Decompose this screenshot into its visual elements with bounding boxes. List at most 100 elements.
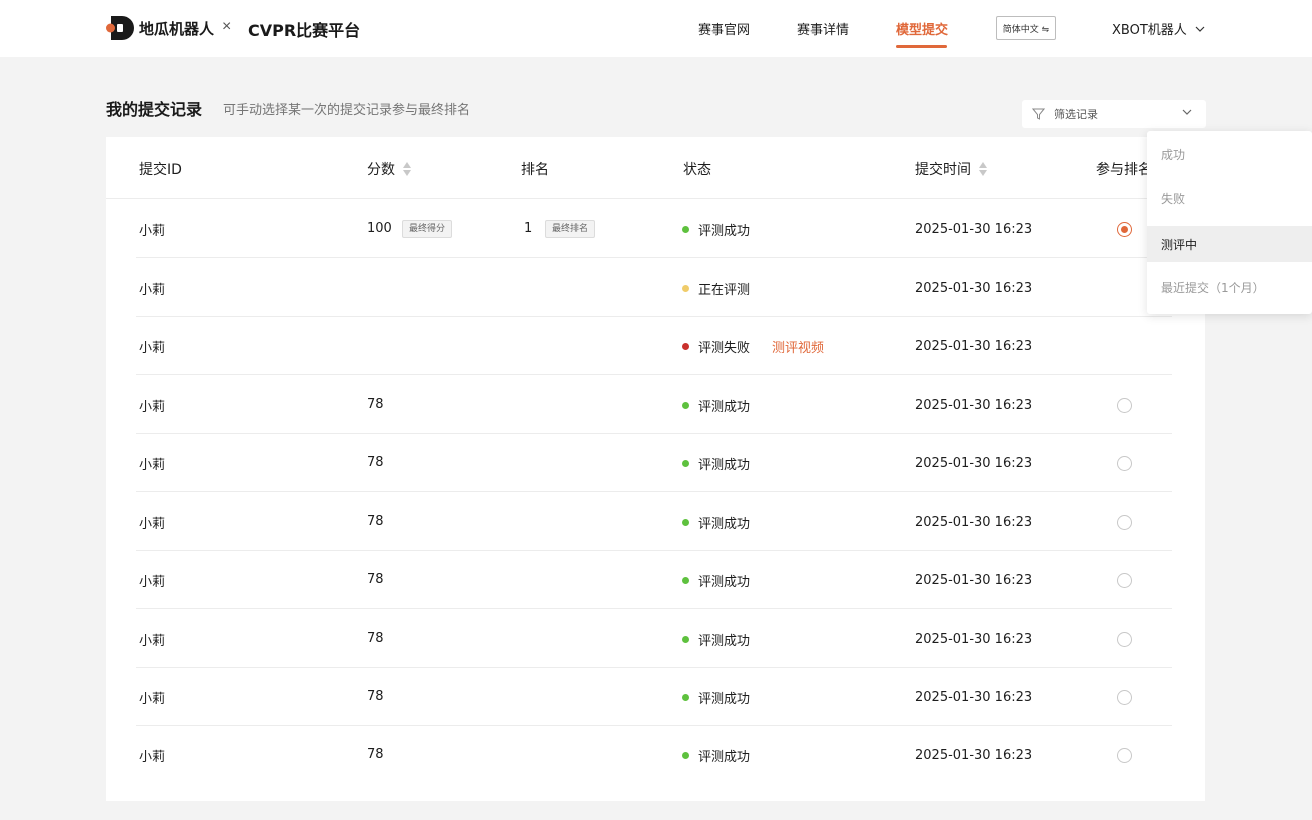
submission-id: 小莉 <box>139 692 166 707</box>
participate-radio[interactable] <box>1117 573 1132 588</box>
status-text: 评测成功 <box>698 400 751 415</box>
filter-icon <box>1032 108 1045 120</box>
table-row: 小莉 100 最终得分 1 最终排名 评测成功 2025-01-30 16:23 <box>136 199 1172 258</box>
score-value: 78 <box>367 397 384 412</box>
table-row: 小莉 正在评测 2025-01-30 16:23 <box>136 258 1172 317</box>
score-value: 78 <box>367 747 384 762</box>
submit-time: 2025-01-30 16:23 <box>915 398 1033 413</box>
score-value: 78 <box>367 631 384 646</box>
score-value: 78 <box>367 572 384 587</box>
column-header-score[interactable]: 分数 <box>367 159 411 179</box>
submission-id: 小莉 <box>139 750 166 765</box>
score-value: 78 <box>367 514 384 529</box>
nav-active-indicator <box>896 45 947 48</box>
participate-radio[interactable] <box>1117 515 1132 530</box>
status: 评测失败 测评视频 <box>682 337 824 356</box>
participate-radio[interactable] <box>1117 632 1132 647</box>
brand-logo-icon <box>106 16 135 40</box>
brand-name: 地瓜机器人 <box>139 19 215 38</box>
submit-time: 2025-01-30 16:23 <box>915 515 1033 530</box>
filter-option-recent[interactable]: 最近提交（1个月） <box>1147 269 1312 305</box>
submit-time: 2025-01-30 16:23 <box>915 748 1033 763</box>
submission-id: 小莉 <box>139 283 166 298</box>
table-row: 小莉 78 评测成功 2025-01-30 16:23 <box>136 375 1172 434</box>
status: 评测成功 <box>682 396 750 415</box>
submit-time: 2025-01-30 16:23 <box>915 456 1033 471</box>
status-dot <box>682 577 689 584</box>
score-value: 100 <box>367 221 392 236</box>
status-text: 评测成功 <box>698 517 751 532</box>
table-row: 小莉 78 评测成功 2025-01-30 16:23 <box>136 434 1172 492</box>
chevron-down-icon <box>1182 109 1192 115</box>
column-header-status: 状态 <box>683 162 711 178</box>
eval-video-link[interactable]: 测评视频 <box>772 337 824 356</box>
page-title: 我的提交记录 <box>106 100 203 119</box>
status: 评测成功 <box>682 571 750 590</box>
submit-time: 2025-01-30 16:23 <box>915 281 1033 296</box>
status-text: 评测成功 <box>698 634 751 649</box>
participate-radio[interactable] <box>1117 690 1132 705</box>
participate-radio[interactable] <box>1117 398 1132 413</box>
status: 评测成功 <box>682 746 750 765</box>
status-dot <box>682 402 689 409</box>
final-score-tag: 最终得分 <box>402 220 453 238</box>
status-dot <box>682 636 689 643</box>
filter-option-failed[interactable]: 失败 <box>1147 180 1312 216</box>
user-name: XBOT机器人 <box>1112 23 1187 38</box>
participate-radio[interactable] <box>1117 222 1132 237</box>
status: 评测成功 <box>682 630 750 649</box>
submission-id: 小莉 <box>139 458 166 473</box>
participate-radio[interactable] <box>1117 456 1132 471</box>
column-header-id: 提交ID <box>139 162 182 178</box>
platform-title: CVPR比赛平台 <box>248 21 361 40</box>
table-row: 小莉 78 评测成功 2025-01-30 16:23 <box>136 668 1172 726</box>
submission-id: 小莉 <box>139 341 166 356</box>
user-menu[interactable]: XBOT机器人 <box>1112 19 1205 38</box>
filter-option-evaluating[interactable]: 测评中 <box>1147 226 1312 262</box>
submit-time: 2025-01-30 16:23 <box>915 222 1033 237</box>
submit-time: 2025-01-30 16:23 <box>915 690 1033 705</box>
status-dot <box>682 752 689 759</box>
submit-time: 2025-01-30 16:23 <box>915 632 1033 647</box>
chevron-down-icon <box>1195 26 1205 32</box>
sort-icon <box>403 162 411 176</box>
final-rank-tag: 最终排名 <box>545 220 596 238</box>
rank-value: 1 <box>524 221 533 236</box>
nav-official-site[interactable]: 赛事官网 <box>698 19 750 38</box>
nav-model-submit[interactable]: 模型提交 <box>896 19 948 38</box>
page-subtitle: 可手动选择某一次的提交记录参与最终排名 <box>223 103 471 118</box>
status-text: 评测成功 <box>698 750 751 765</box>
sort-icon <box>979 162 987 176</box>
score-value: 78 <box>367 455 384 470</box>
submit-time: 2025-01-30 16:23 <box>915 339 1033 354</box>
language-switch-button[interactable]: 简体中文 ⇋ <box>996 16 1056 40</box>
column-header-participate: 参与排名 <box>1096 162 1152 178</box>
table-header: 提交ID 分数 排名 状态 提交时间 参与排名 <box>106 137 1205 199</box>
submission-id: 小莉 <box>139 517 166 532</box>
participate-radio[interactable] <box>1117 748 1132 763</box>
brand-logo[interactable]: 地瓜机器人 <box>106 16 214 40</box>
status-dot <box>682 694 689 701</box>
submissions-table: 提交ID 分数 排名 状态 提交时间 参与排名 小莉 100 最终得分 1 最终排名 评… <box>106 137 1205 801</box>
status-text: 评测失败 <box>698 341 751 356</box>
status-dot <box>682 343 689 350</box>
status-dot <box>682 285 689 292</box>
submission-id: 小莉 <box>139 575 166 590</box>
filter-option-success[interactable]: 成功 <box>1147 136 1312 172</box>
status-text: 评测成功 <box>698 224 751 239</box>
status: 评测成功 <box>682 688 750 707</box>
status-dot <box>682 460 689 467</box>
table-row: 小莉 评测失败 测评视频 2025-01-30 16:23 <box>136 317 1172 375</box>
submission-id: 小莉 <box>139 400 166 415</box>
filter-select[interactable]: 筛选记录 <box>1022 100 1206 128</box>
table-row: 小莉 78 评测成功 2025-01-30 16:23 <box>136 726 1172 784</box>
status: 评测成功 <box>682 220 750 239</box>
column-header-rank: 排名 <box>521 162 549 178</box>
column-header-time[interactable]: 提交时间 <box>915 159 987 179</box>
status-dot <box>682 519 689 526</box>
status-text: 评测成功 <box>698 575 751 590</box>
submit-time: 2025-01-30 16:23 <box>915 573 1033 588</box>
nav-event-details[interactable]: 赛事详情 <box>797 19 849 38</box>
score-value: 78 <box>367 689 384 704</box>
submission-id: 小莉 <box>139 224 166 239</box>
